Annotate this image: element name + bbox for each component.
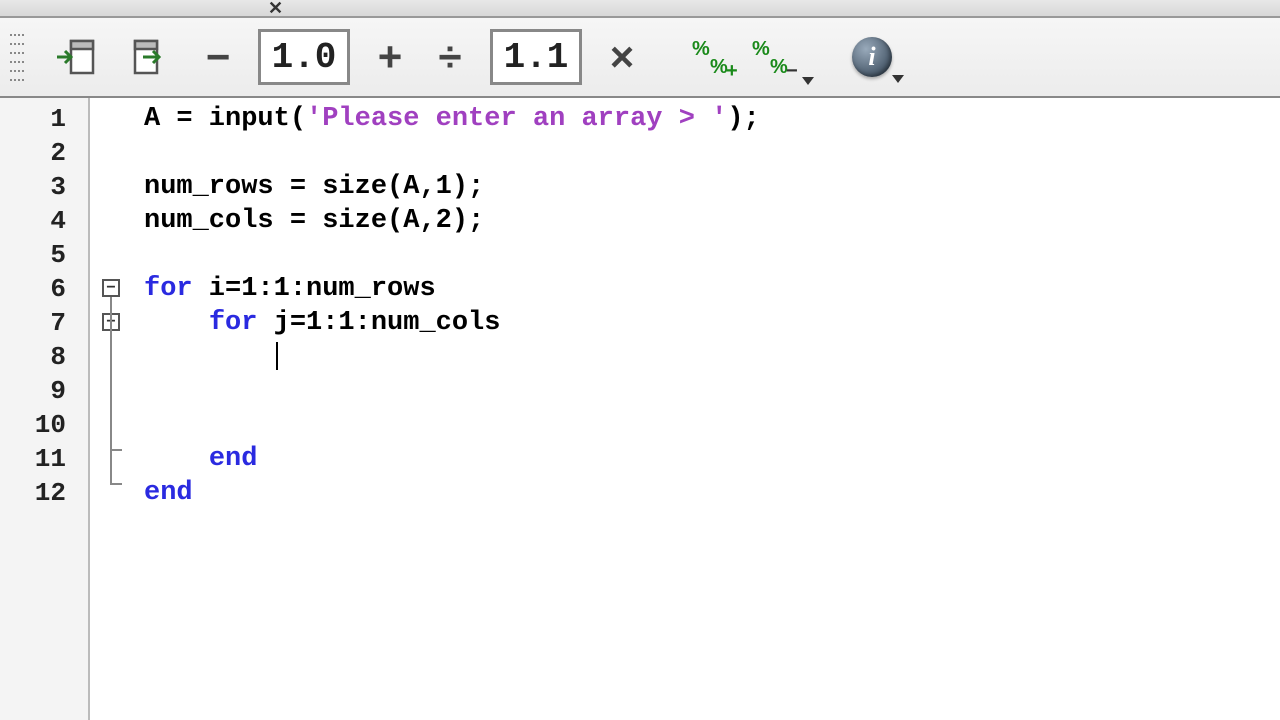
line-number: 1 [0, 104, 88, 138]
svg-text:−: − [786, 60, 798, 79]
editor-area: 1 2 3 4 5 6 7 8 9 10 11 12 − − A = input… [0, 98, 1280, 720]
code-area[interactable]: A = input('Please enter an array > '); n… [132, 98, 1280, 720]
times-button[interactable]: × [602, 33, 642, 81]
insert-file-left-button[interactable] [50, 30, 104, 84]
fold-toggle[interactable]: − [102, 279, 120, 297]
line-number: 2 [0, 138, 88, 172]
insert-file-right-button[interactable] [124, 30, 178, 84]
plus-button[interactable]: + [370, 33, 410, 81]
dropdown-arrow-icon[interactable] [802, 77, 814, 85]
code-line [144, 410, 1280, 444]
code-line [144, 138, 1280, 172]
toolbar-grip-icon[interactable] [10, 30, 24, 84]
code-line: num_rows = size(A,1); [144, 172, 1280, 206]
step-size-field-2[interactable] [490, 29, 582, 85]
code-line: end [144, 478, 1280, 512]
line-number: 9 [0, 376, 88, 410]
svg-text:%: % [752, 38, 770, 60]
fold-guide-line [110, 331, 112, 449]
code-line: for i=1:1:num_rows [144, 274, 1280, 308]
svg-text:+: + [726, 60, 738, 79]
fold-end-mark [110, 449, 122, 451]
dropdown-arrow-icon[interactable] [892, 75, 904, 83]
code-line [144, 342, 1280, 376]
text-cursor [276, 342, 278, 370]
editor-toolbar: − + ÷ × % % + % % − i [0, 18, 1280, 98]
code-line [144, 240, 1280, 274]
comment-add-button[interactable]: % % + [692, 35, 742, 79]
line-number: 3 [0, 172, 88, 206]
divide-button[interactable]: ÷ [430, 33, 470, 81]
comment-add-icon: % % + [692, 35, 742, 79]
line-number: 11 [0, 444, 88, 478]
line-number: 5 [0, 240, 88, 274]
fold-gutter: − − [90, 98, 132, 720]
comment-remove-icon: % % − [752, 35, 802, 79]
line-number: 8 [0, 342, 88, 376]
step-size-field-1[interactable] [258, 29, 350, 85]
info-button[interactable]: i [852, 37, 892, 77]
svg-text:%: % [692, 38, 710, 60]
titlebar-stub: ✕ [0, 0, 1280, 18]
code-line: end [144, 444, 1280, 478]
code-line: for j=1:1:num_cols [144, 308, 1280, 342]
line-number: 4 [0, 206, 88, 240]
code-line: A = input('Please enter an array > '); [144, 104, 1280, 138]
file-arrow-out-icon [129, 35, 173, 79]
line-number: 7 [0, 308, 88, 342]
code-line: num_cols = size(A,2); [144, 206, 1280, 240]
line-number-gutter: 1 2 3 4 5 6 7 8 9 10 11 12 [0, 98, 90, 720]
close-icon[interactable]: ✕ [268, 0, 283, 19]
line-number: 6 [0, 274, 88, 308]
fold-end-mark [110, 483, 122, 485]
file-arrow-in-icon [55, 35, 99, 79]
line-number: 12 [0, 478, 88, 512]
comment-remove-button[interactable]: % % − [752, 35, 802, 79]
line-number: 10 [0, 410, 88, 444]
code-line [144, 376, 1280, 410]
minus-button[interactable]: − [198, 33, 238, 81]
